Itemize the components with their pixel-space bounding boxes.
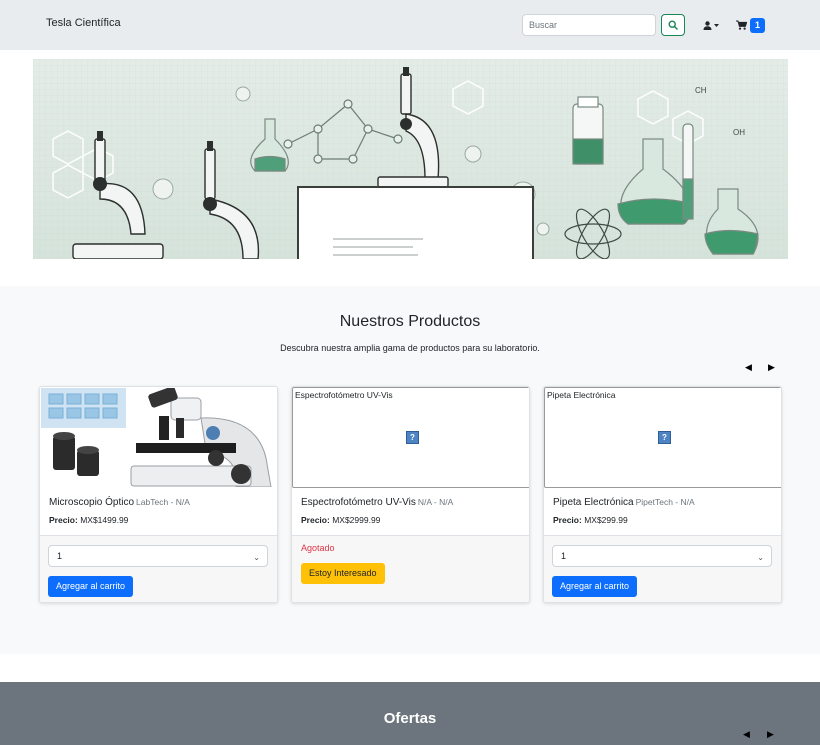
quantity-select[interactable]: 1 ⌄ — [48, 545, 268, 567]
hero-banner-image: CH OH — [33, 59, 788, 259]
products-subtitle: Descubra nuestra amplia gama de producto… — [280, 343, 540, 353]
product-price: Precio: MX$299.99 — [553, 515, 628, 525]
product-card: Pipeta Electrónica ? Pipeta Electrónica P… — [543, 386, 782, 603]
add-to-cart-button[interactable]: Agregar al carrito — [48, 576, 134, 597]
cart-icon — [736, 20, 747, 30]
user-icon — [703, 20, 712, 30]
search-button[interactable] — [661, 14, 685, 36]
svg-text:CH: CH — [695, 86, 707, 95]
carousel-prev-icon[interactable]: ◀ — [745, 362, 752, 373]
quantity-select[interactable]: 1 ⌄ — [552, 545, 772, 567]
chevron-down-icon: ⌄ — [253, 553, 260, 562]
broken-image-icon: ? — [406, 431, 419, 444]
price-value: MX$299.99 — [584, 515, 628, 525]
interested-button[interactable]: Estoy Interesado — [301, 563, 385, 584]
chevron-down-icon: ⌄ — [757, 553, 764, 562]
add-to-cart-button[interactable]: Agregar al carrito — [552, 576, 638, 597]
svg-text:OH: OH — [733, 128, 745, 137]
products-section: Nuestros Productos Descubra nuestra ampl… — [0, 286, 820, 654]
image-alt-text: Pipeta Electrónica — [547, 390, 616, 400]
user-menu-button[interactable] — [700, 16, 722, 34]
product-card: Microscopio Óptico LabTech - N/A Precio: … — [39, 386, 278, 603]
sold-out-label: Agotado — [301, 543, 335, 553]
product-image-placeholder[interactable]: Espectrofotómetro UV-Vis ? — [292, 387, 529, 488]
product-image[interactable] — [41, 388, 277, 487]
offers-next-icon[interactable]: ▶ — [767, 729, 774, 740]
product-name-text: Microscopio Óptico — [49, 497, 135, 508]
offers-prev-icon[interactable]: ◀ — [743, 729, 750, 740]
navbar: Tesla Científica 1 — [0, 0, 820, 50]
product-brand: N/A - N/A — [417, 497, 454, 507]
card-footer: Agotado Estoy Interesado — [292, 535, 529, 602]
image-alt-text: Espectrofotómetro UV-Vis — [295, 390, 393, 400]
quantity-value: 1 — [57, 551, 63, 561]
brand-link[interactable]: Tesla Científica — [46, 17, 121, 29]
cart-count-badge: 1 — [750, 17, 766, 33]
cart-button[interactable]: 1 — [736, 16, 768, 34]
quantity-value: 1 — [561, 551, 567, 561]
search-input[interactable] — [522, 14, 656, 36]
product-name: Espectrofotómetro UV-Vis N/A - N/A — [301, 497, 453, 508]
broken-image-icon: ? — [658, 431, 671, 444]
product-name: Pipeta Electrónica PipetTech - N/A — [553, 497, 695, 508]
price-value: MX$1499.99 — [80, 515, 129, 525]
price-label: Precio: — [553, 515, 582, 525]
offers-title: Ofertas — [383, 710, 437, 727]
price-label: Precio: — [301, 515, 330, 525]
product-brand: LabTech - N/A — [136, 497, 190, 507]
product-name: Microscopio Óptico LabTech - N/A — [49, 497, 190, 508]
caret-down-icon — [714, 23, 719, 27]
price-label: Precio: — [49, 515, 78, 525]
card-footer: 1 ⌄ Agregar al carrito — [40, 535, 277, 602]
products-title: Nuestros Productos — [339, 313, 481, 330]
offers-section: Ofertas ◀ ▶ — [0, 682, 820, 745]
search-icon — [668, 20, 678, 30]
product-brand: PipetTech - N/A — [635, 497, 695, 507]
product-name-text: Pipeta Electrónica — [553, 497, 634, 508]
card-footer: 1 ⌄ Agregar al carrito — [544, 535, 781, 602]
carousel-next-icon[interactable]: ▶ — [768, 362, 775, 373]
product-card: Espectrofotómetro UV-Vis ? Espectrofotóm… — [291, 386, 530, 603]
product-price: Precio: MX$1499.99 — [49, 515, 128, 525]
product-price: Precio: MX$2999.99 — [301, 515, 380, 525]
product-name-text: Espectrofotómetro UV-Vis — [301, 497, 416, 508]
product-image-placeholder[interactable]: Pipeta Electrónica ? — [544, 387, 781, 488]
price-value: MX$2999.99 — [332, 515, 381, 525]
